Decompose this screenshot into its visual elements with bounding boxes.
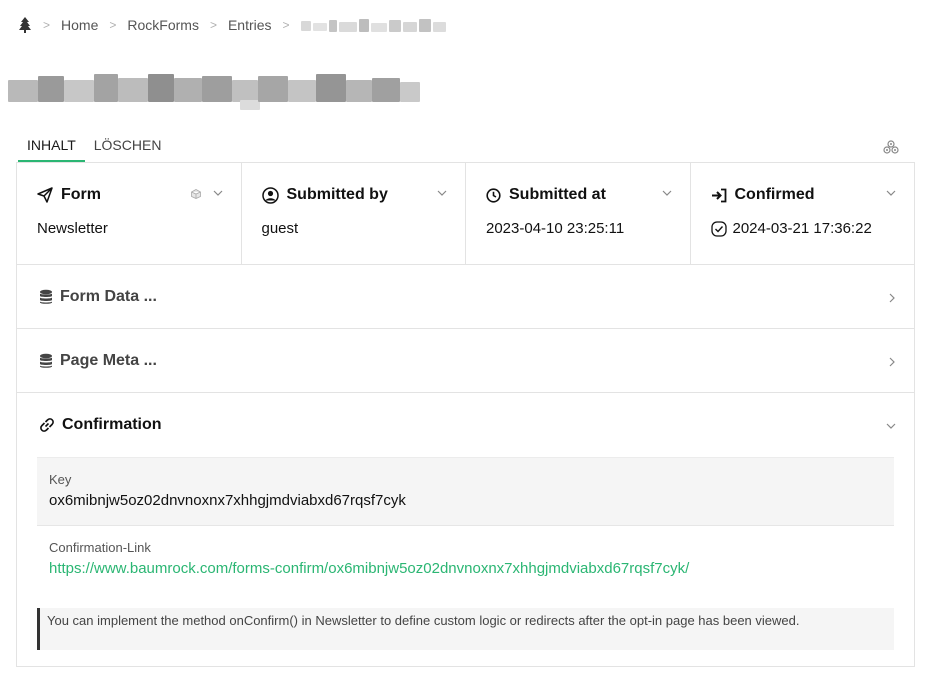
form-cell: Form Newsletter [17, 163, 242, 264]
page-meta-section[interactable]: Page Meta ... [17, 329, 914, 393]
confirmation-section[interactable]: Confirmation [17, 393, 914, 457]
submitted-at-value: 2023-04-10 23:25:11 [486, 220, 625, 237]
clock-icon [486, 187, 501, 203]
breadcrumb-separator: > [209, 18, 217, 32]
form-value: Newsletter [37, 220, 108, 237]
form-data-heading: Form Data ... [39, 288, 157, 306]
breadcrumb-separator: > [282, 18, 290, 32]
link-icon [40, 418, 54, 432]
entry-summary: Form Newsletter Submitted by guest Submi… [17, 163, 914, 265]
tree-icon[interactable] [18, 17, 32, 33]
database-icon [40, 353, 52, 368]
entry-card: Form Newsletter Submitted by guest Submi… [16, 162, 915, 667]
confirmation-link[interactable]: https://www.baumrock.com/forms-confirm/o… [49, 560, 689, 577]
tab-inhalt[interactable]: INHALT [18, 134, 85, 162]
confirmed-value-row: 2024-03-21 17:36:22 [710, 220, 895, 237]
key-field: Key ox6mibnjw5oz02dnvnoxnx7xhhgjmdviabxd… [37, 457, 894, 525]
page-title-redacted [8, 70, 420, 110]
page-meta-title: Page Meta ... [60, 351, 157, 369]
database-icon [40, 289, 52, 304]
form-title: Form [61, 186, 101, 203]
confirmation-note: You can implement the method onConfirm()… [37, 608, 894, 650]
check-circle-icon [710, 220, 727, 237]
chevron-right-icon[interactable] [888, 293, 896, 303]
breadcrumb-separator: > [109, 18, 117, 32]
submitted-at-title: Submitted at [509, 186, 606, 203]
chevron-right-icon[interactable] [888, 357, 896, 367]
paper-plane-icon [37, 187, 53, 203]
confirmation-link-field: Confirmation-Link https://www.baumrock.c… [37, 525, 894, 593]
confirmed-cell: Confirmed 2024-03-21 17:36:22 [691, 163, 915, 264]
submitted-at-cell: Submitted at 2023-04-10 23:25:11 [466, 163, 691, 264]
tab-bar: INHALT LÖSCHEN [18, 134, 170, 162]
cube-icon[interactable] [190, 189, 201, 199]
page-meta-heading: Page Meta ... [39, 352, 157, 370]
chevron-down-icon[interactable] [437, 189, 447, 197]
confirmed-value: 2024-03-21 17:36:22 [732, 220, 872, 237]
sign-in-icon [711, 188, 726, 202]
submitted-at-heading: Submitted at [486, 185, 670, 205]
breadcrumb: > Home > RockForms > Entries > [18, 15, 446, 35]
tab-loeschen[interactable]: LÖSCHEN [85, 134, 171, 162]
key-label: Key [49, 472, 72, 487]
submitted-by-title: Submitted by [286, 186, 388, 203]
breadcrumb-separator: > [43, 18, 51, 32]
confirmation-heading: Confirmation [39, 416, 162, 434]
confirmed-heading: Confirmed [711, 185, 895, 205]
user-circle-icon [261, 186, 279, 204]
key-value: ox6mibnjw5oz02dnvnoxnx7xhhgjmdviabxd67rq… [49, 492, 406, 509]
breadcrumb-entries-link[interactable]: Entries [228, 17, 272, 33]
confirmed-title: Confirmed [734, 186, 815, 203]
chevron-down-icon[interactable] [886, 422, 896, 430]
breadcrumb-current-redacted [300, 17, 446, 33]
breadcrumb-rockforms-link[interactable]: RockForms [127, 17, 199, 33]
submitted-by-heading: Submitted by [261, 185, 446, 205]
confirmation-title: Confirmation [62, 416, 162, 433]
confirmation-link-label: Confirmation-Link [49, 540, 151, 555]
confirmation-body: Key ox6mibnjw5oz02dnvnoxnx7xhhgjmdviabxd… [17, 457, 914, 650]
form-data-title: Form Data ... [60, 287, 157, 305]
chevron-down-icon[interactable] [886, 189, 896, 197]
form-data-section[interactable]: Form Data ... [17, 265, 914, 329]
chevron-down-icon[interactable] [662, 189, 672, 197]
breadcrumb-home-link[interactable]: Home [61, 17, 98, 33]
submitted-by-value: guest [261, 220, 299, 237]
chevron-down-icon[interactable] [213, 189, 223, 197]
settings-icon[interactable] [882, 139, 900, 155]
submitted-by-cell: Submitted by guest [242, 163, 466, 264]
